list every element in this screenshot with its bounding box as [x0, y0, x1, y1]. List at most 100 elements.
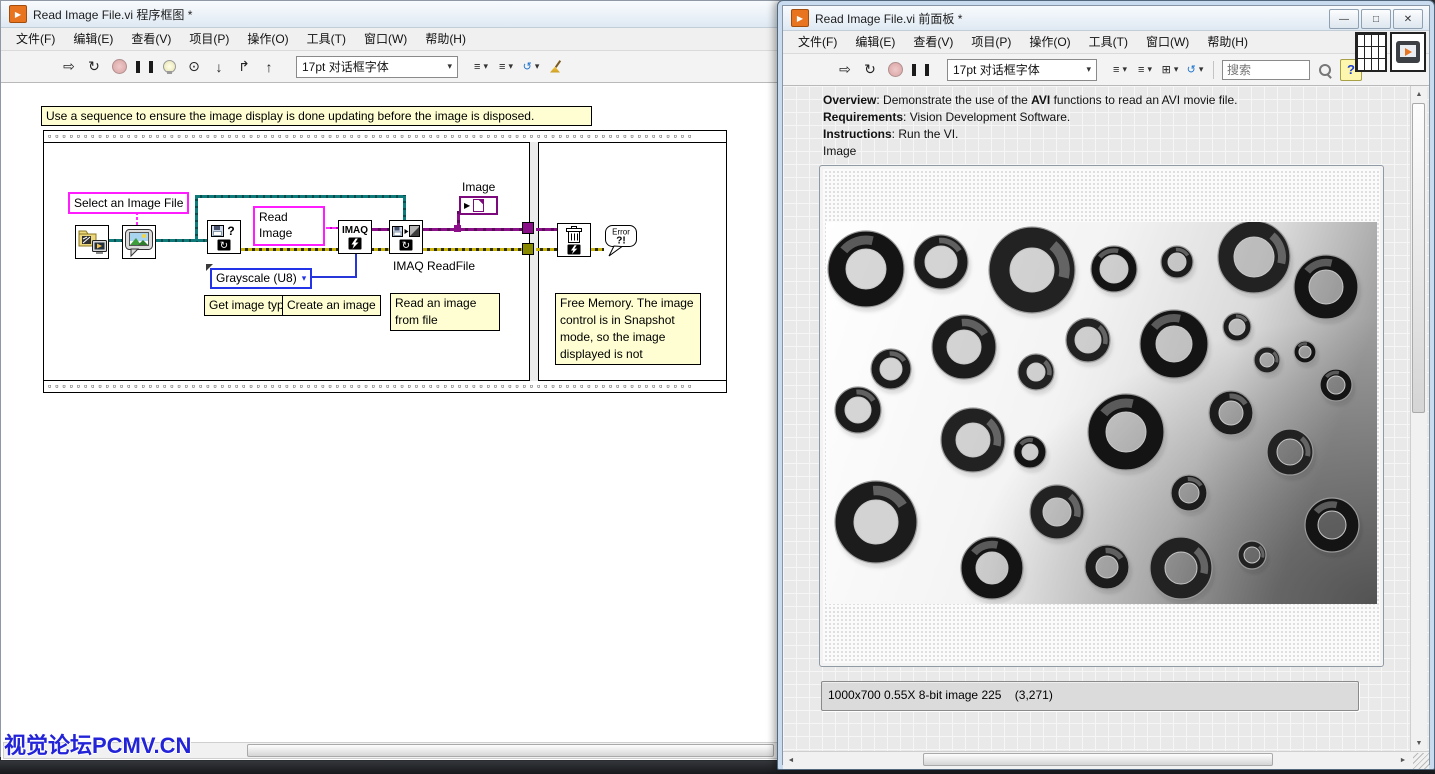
sequence-tunnel-error[interactable]	[522, 243, 534, 255]
pause-icon	[912, 64, 929, 76]
scroll-left-arrow[interactable]: ◄	[783, 752, 799, 768]
diagram-canvas[interactable]: Use a sequence to ensure the image displ…	[1, 83, 788, 760]
highlight-execution-button[interactable]	[159, 56, 179, 78]
node-browse-path-vi[interactable]	[75, 225, 109, 259]
font-selector[interactable]: 17pt 对话框字体▾	[296, 56, 458, 78]
note-create-an-image[interactable]: Create an image	[282, 295, 381, 316]
path-wire[interactable]	[109, 239, 122, 242]
menu-edit[interactable]: 编辑(E)	[64, 28, 122, 50]
menu-tools[interactable]: 工具(T)	[298, 28, 355, 50]
minimize-button[interactable]: —	[1329, 9, 1359, 29]
fp-vertical-scrollbar[interactable]: ▲ ▼	[1410, 86, 1427, 751]
menu-window[interactable]: 窗口(W)	[355, 28, 416, 50]
broom-icon	[549, 60, 563, 74]
svg-text:↻: ↻	[402, 241, 410, 252]
enum-constant-grayscale[interactable]: Grayscale (U8)▾	[210, 268, 312, 289]
run-button[interactable]: ⇨	[59, 56, 79, 78]
reorder-button[interactable]: ↺ ▾	[1185, 59, 1205, 81]
fp-menubar: 文件(F) 编辑(E) 查看(V) 项目(P) 操作(O) 工具(T) 窗口(W…	[783, 31, 1429, 54]
image-display-control[interactable]	[819, 165, 1384, 667]
node-imaq-readfile[interactable]: ↻	[389, 220, 423, 254]
scroll-down-arrow[interactable]: ▼	[1411, 735, 1427, 751]
menu-project[interactable]: 项目(P)	[180, 28, 238, 50]
pause-button[interactable]	[134, 56, 154, 78]
abort-button[interactable]	[109, 56, 129, 78]
string-constant-read-image[interactable]: Read Image	[253, 206, 325, 246]
resize-objects-button[interactable]: ⊞ ▾	[1160, 59, 1180, 81]
search-input[interactable]	[1222, 60, 1310, 80]
scrollbar-thumb[interactable]	[923, 753, 1273, 766]
svg-text:IMAQ: IMAQ	[342, 225, 368, 236]
node-imaq-get-image-type[interactable]: ? ↻	[207, 220, 241, 254]
note-read-an-image[interactable]: Read an image from file	[390, 293, 500, 331]
string-wire[interactable]	[136, 214, 138, 225]
menu-file[interactable]: 文件(F)	[789, 31, 846, 53]
path-wire[interactable]	[195, 195, 405, 198]
menu-view[interactable]: 查看(V)	[122, 28, 180, 50]
menu-view[interactable]: 查看(V)	[904, 31, 962, 53]
menu-file[interactable]: 文件(F)	[7, 28, 64, 50]
bd-titlebar[interactable]: ▶ Read Image File.vi 程序框图 *	[1, 1, 788, 28]
step-out-button[interactable]: ↑	[259, 56, 279, 78]
path-wire[interactable]	[195, 195, 198, 241]
path-wire[interactable]	[156, 239, 209, 242]
retain-wire-values-button[interactable]: ⊙	[184, 56, 204, 78]
note-free-memory[interactable]: Free Memory. The image control is in Sna…	[555, 293, 701, 365]
abort-button[interactable]	[885, 59, 905, 81]
run-continuous-button[interactable]: ↻	[84, 56, 104, 78]
reorder-button[interactable]: ↺ ▾	[521, 56, 541, 78]
error-wire[interactable]	[536, 248, 558, 251]
image-wire[interactable]	[536, 228, 558, 231]
scroll-right-arrow[interactable]: ►	[1395, 752, 1411, 768]
vi-icon[interactable]	[1390, 32, 1426, 72]
maximize-button[interactable]: □	[1361, 9, 1391, 29]
path-wire[interactable]	[403, 195, 406, 222]
enum-wire[interactable]	[355, 254, 357, 278]
scroll-up-arrow[interactable]: ▲	[1411, 86, 1427, 102]
menu-project[interactable]: 项目(P)	[962, 31, 1020, 53]
menu-window[interactable]: 窗口(W)	[1137, 31, 1198, 53]
connector-pane-icon[interactable]	[1355, 32, 1387, 72]
image-wire[interactable]	[423, 228, 524, 231]
enum-wire[interactable]	[309, 276, 357, 278]
search-button[interactable]	[1315, 59, 1335, 81]
image-indicator-terminal[interactable]: ▶	[459, 196, 498, 215]
front-panel-canvas[interactable]: Overview: Demonstrate the use of the AVI…	[783, 86, 1429, 751]
toolbar-separator	[1213, 61, 1214, 79]
align-objects-button[interactable]: ≡ ▾	[471, 56, 491, 78]
node-image-file-dialog[interactable]	[122, 225, 156, 259]
menu-edit[interactable]: 编辑(E)	[846, 31, 904, 53]
close-button[interactable]: ✕	[1393, 9, 1423, 29]
pause-button[interactable]	[910, 59, 930, 81]
pause-icon	[136, 61, 153, 73]
resize-grip[interactable]	[1413, 753, 1429, 769]
run-continuous-button[interactable]: ↻	[860, 59, 880, 81]
image-wire[interactable]	[372, 228, 390, 231]
font-selector[interactable]: 17pt 对话框字体▾	[947, 59, 1097, 81]
menu-help[interactable]: 帮助(H)	[416, 28, 475, 50]
diagram-comment[interactable]: Use a sequence to ensure the image displ…	[41, 106, 592, 126]
film-strip: ▫▫▫▫▫▫▫▫▫▫▫▫▫▫▫▫▫▫▫▫▫▫▫▫▫▫▫▫▫▫▫▫▫▫▫▫▫▫▫▫…	[44, 380, 726, 392]
menu-help[interactable]: 帮助(H)	[1198, 31, 1257, 53]
align-objects-button[interactable]: ≡ ▾	[1110, 59, 1130, 81]
node-simple-error-handler[interactable]: Error ?!	[602, 223, 640, 259]
sequence-tunnel-image[interactable]	[522, 222, 534, 234]
fp-horizontal-scrollbar[interactable]: ◄ ►	[783, 751, 1429, 769]
menu-operate[interactable]: 操作(O)	[1020, 31, 1079, 53]
vi-description: Overview: Demonstrate the use of the AVI…	[823, 92, 1237, 160]
scrollbar-thumb[interactable]	[1412, 103, 1425, 413]
scrollbar-thumb[interactable]	[247, 744, 774, 757]
step-over-button[interactable]: ↱	[234, 56, 254, 78]
run-button[interactable]: ⇨	[835, 59, 855, 81]
distribute-objects-button[interactable]: ≡ ▾	[1135, 59, 1155, 81]
step-into-button[interactable]: ↓	[209, 56, 229, 78]
error-wire[interactable]	[241, 248, 524, 251]
distribute-objects-button[interactable]: ≡ ▾	[496, 56, 516, 78]
string-constant-select-image[interactable]: Select an Image File	[68, 192, 189, 214]
cleanup-diagram-button[interactable]	[546, 56, 566, 78]
node-imaq-create[interactable]: IMAQ	[338, 220, 372, 254]
fp-titlebar[interactable]: ▶ Read Image File.vi 前面板 * — □ ✕	[783, 6, 1429, 31]
menu-tools[interactable]: 工具(T)	[1080, 31, 1137, 53]
node-imaq-dispose[interactable]	[557, 223, 591, 257]
menu-operate[interactable]: 操作(O)	[238, 28, 297, 50]
